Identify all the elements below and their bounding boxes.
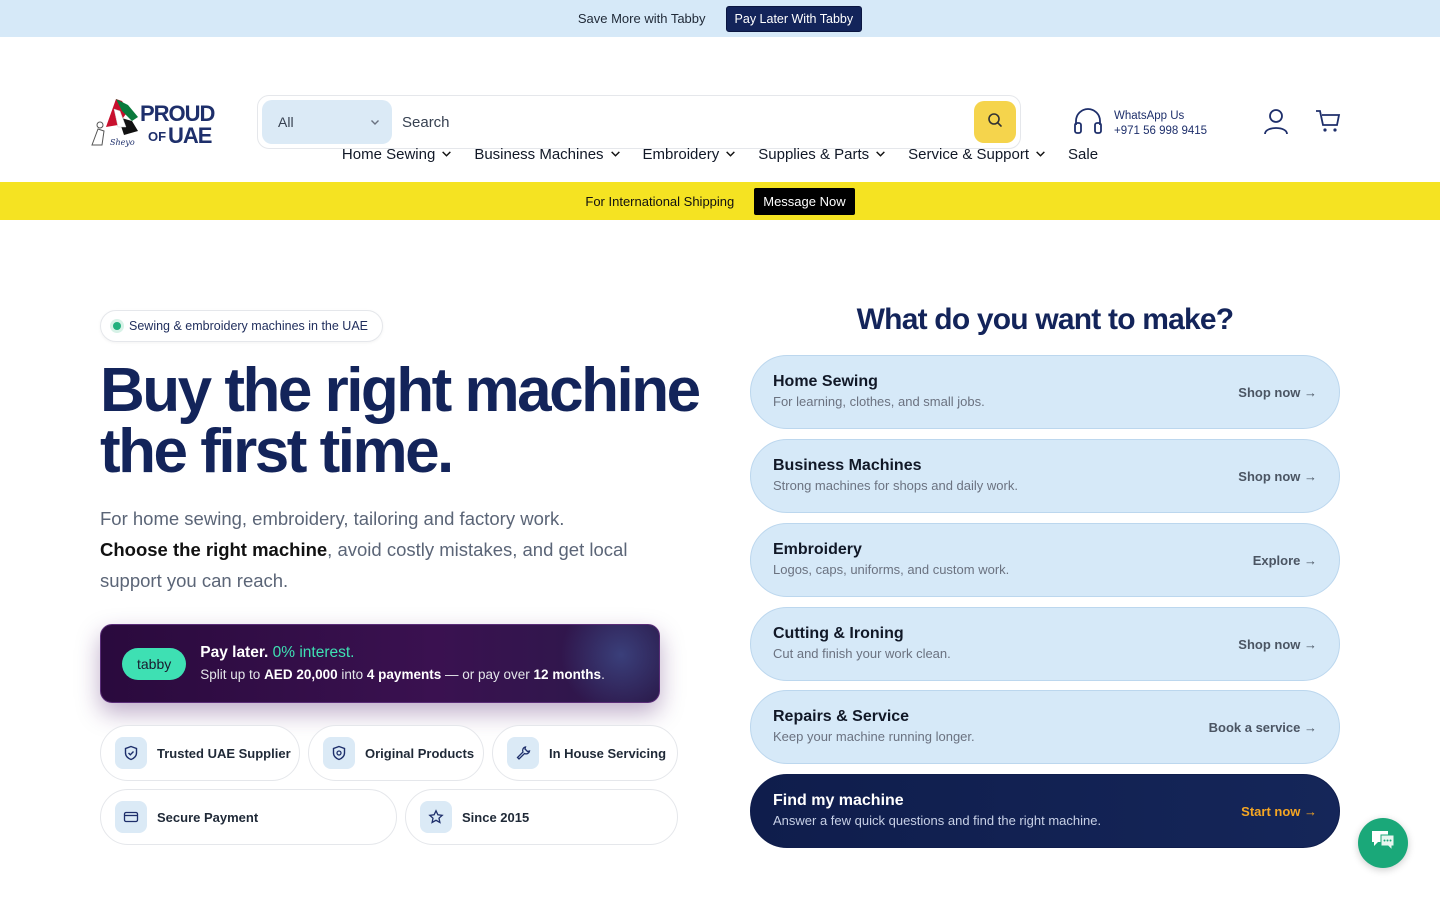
announcement-text: Save More with Tabby	[577, 11, 706, 26]
main-nav: Home Sewing Business Machines Embroidery…	[0, 146, 1440, 163]
category-title: Home Sewing	[773, 373, 878, 390]
find-my-machine-card[interactable]: Find my machine Answer a few quick quest…	[750, 774, 1340, 848]
nav-item-supplies-parts[interactable]: Supplies & Parts	[758, 146, 886, 163]
category-title: Find my machine	[773, 792, 904, 809]
category-title: Embroidery	[773, 541, 862, 558]
search-icon	[987, 112, 1003, 133]
message-now-button[interactable]: Message Now	[754, 187, 855, 215]
chevron-down-icon	[441, 146, 452, 163]
nav-label: Business Machines	[474, 146, 604, 163]
chevron-down-icon	[610, 146, 621, 163]
category-card-business-machines[interactable]: Business Machines Strong machines for sh…	[750, 439, 1340, 513]
trust-label: Original Products	[365, 745, 475, 761]
nav-label: Supplies & Parts	[758, 146, 870, 163]
category-card-home-sewing[interactable]: Home Sewing For learning, clothes, and s…	[750, 355, 1340, 429]
nav-label: Service & Support	[908, 146, 1030, 163]
category-card-repairs-service[interactable]: Repairs & Service Keep your machine runn…	[750, 690, 1340, 764]
hero-title-line1: Buy the right machine	[100, 356, 701, 425]
category-title: Repairs & Service	[773, 708, 910, 725]
trust-badge-servicing: In House Servicing	[492, 725, 678, 781]
svg-text:UAE: UAE	[168, 123, 212, 148]
nav-label: Sale	[1068, 146, 1099, 163]
chevron-down-icon	[875, 146, 886, 163]
nav-item-service-support[interactable]: Service & Support	[908, 146, 1046, 163]
shield-icon	[323, 737, 355, 769]
category-desc: Cut and finish your work clean.	[773, 646, 951, 661]
category-desc: For learning, clothes, and small jobs.	[773, 394, 985, 409]
headset-icon	[1072, 105, 1104, 142]
search-input[interactable]	[392, 100, 974, 144]
nav-item-sale[interactable]: Sale	[1068, 146, 1098, 163]
explore-link[interactable]: Explore →	[1253, 553, 1317, 568]
trust-label: Secure Payment	[157, 809, 259, 825]
trust-label: In House Servicing	[549, 745, 667, 761]
status-dot	[113, 322, 121, 330]
shield-check-icon	[115, 737, 147, 769]
category-desc: Strong machines for shops and daily work…	[773, 478, 1018, 493]
nav-item-embroidery[interactable]: Embroidery	[643, 146, 737, 163]
category-desc: Logos, caps, uniforms, and custom work.	[773, 562, 1010, 577]
tabby-banner[interactable]: tabby Pay later. 0% interest. Split up t…	[100, 624, 660, 703]
start-now-link[interactable]: Start now →	[1241, 804, 1317, 819]
category-desc: Answer a few quick questions and find th…	[773, 813, 1102, 828]
hero-title: Buy the right machine the first time.	[100, 360, 701, 483]
nav-label: Home Sewing	[341, 146, 436, 163]
book-service-link[interactable]: Book a service →	[1209, 720, 1317, 735]
star-icon	[420, 801, 452, 833]
whatsapp-label: WhatsApp Us	[1114, 109, 1185, 122]
hero-tag-label: Sewing & embroidery machines in the UAE	[129, 319, 369, 333]
trust-badge-original: Original Products	[308, 725, 484, 781]
shipping-text: For International Shipping	[585, 193, 735, 209]
whatsapp-phone: +971 56 998 9415	[1114, 124, 1208, 137]
make-section-title: What do you want to make?	[856, 303, 1234, 336]
hero-subtitle: For home sewing, embroidery, tailoring a…	[100, 503, 640, 596]
cart-icon[interactable]	[1315, 109, 1341, 138]
whatsapp-contact[interactable]: WhatsApp Us +971 56 998 9415	[1072, 105, 1207, 142]
chat-icon	[1369, 828, 1397, 859]
wrench-icon	[507, 737, 539, 769]
category-title: Cutting & Ironing	[773, 625, 904, 642]
svg-text:OF: OF	[148, 129, 166, 144]
tabby-headline: Pay later. 0% interest.	[200, 643, 355, 661]
pay-later-button[interactable]: Pay Later With Tabby	[725, 5, 863, 32]
search-button[interactable]	[974, 101, 1016, 143]
trust-label: Trusted UAE Supplier	[157, 745, 291, 761]
chevron-down-icon	[1035, 146, 1046, 163]
site-logo[interactable]: Sheyo PROUD OF UAE	[88, 97, 218, 149]
category-desc: Keep your machine running longer.	[773, 729, 975, 744]
hero-sub-bold: Choose the right machine	[100, 539, 328, 560]
trust-badge-since: Since 2015	[405, 789, 678, 845]
chevron-down-icon	[370, 114, 380, 130]
shop-now-link[interactable]: Shop now →	[1238, 385, 1317, 400]
chevron-down-icon	[725, 146, 736, 163]
category-card-embroidery[interactable]: Embroidery Logos, caps, uniforms, and cu…	[750, 523, 1340, 597]
category-card-cutting-ironing[interactable]: Cutting & Ironing Cut and finish your wo…	[750, 607, 1340, 681]
shop-now-link[interactable]: Shop now →	[1238, 637, 1317, 652]
card-icon	[115, 801, 147, 833]
trust-badge-supplier: Trusted UAE Supplier	[100, 725, 300, 781]
category-select-value: All	[278, 114, 294, 130]
nav-item-business-machines[interactable]: Business Machines	[474, 146, 620, 163]
search-bar: All	[257, 95, 1021, 149]
hero-sub-line1: For home sewing, embroidery, tailoring a…	[100, 508, 565, 529]
nav-item-home-sewing[interactable]: Home Sewing	[342, 146, 452, 163]
category-select[interactable]: All	[262, 100, 392, 144]
category-title: Business Machines	[773, 457, 922, 474]
tabby-details: Split up to AED 20,000 into 4 payments —…	[200, 666, 605, 682]
tabby-logo: tabby	[122, 647, 187, 680]
account-icon[interactable]	[1262, 107, 1290, 140]
trust-badge-payment: Secure Payment	[100, 789, 397, 845]
header: Sheyo PROUD OF UAE All WhatsApp Us +971 …	[0, 37, 1440, 149]
shop-now-link[interactable]: Shop now →	[1238, 469, 1317, 484]
chat-button[interactable]	[1358, 818, 1408, 868]
nav-label: Embroidery	[642, 146, 720, 163]
hero-title-line2: the first time.	[100, 417, 454, 486]
announcement-bar: Save More with Tabby Pay Later With Tabb…	[0, 0, 1440, 37]
trust-label: Since 2015	[462, 809, 530, 825]
hero-tag: Sewing & embroidery machines in the UAE	[100, 310, 384, 342]
shipping-bar: For International Shipping Message Now	[0, 182, 1440, 220]
